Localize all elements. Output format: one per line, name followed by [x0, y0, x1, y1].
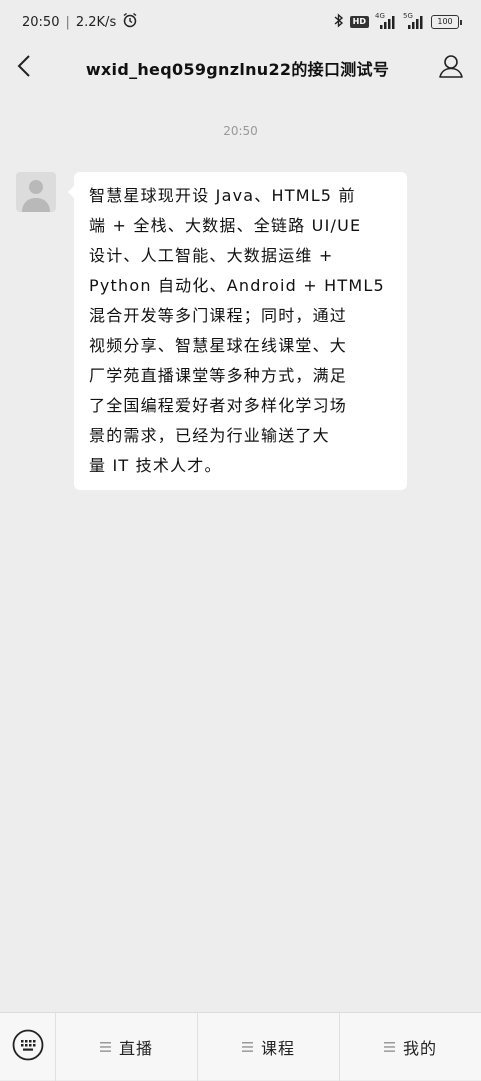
menu-lines-icon: [99, 1041, 111, 1052]
menu-lines-icon: [241, 1041, 253, 1052]
message-line: 混合开发等多门课程；同时，通过: [89, 306, 348, 325]
menu-item-label: 课程: [260, 1038, 295, 1058]
signal-tag-2: 5G: [403, 12, 413, 20]
keyboard-icon: [12, 1029, 44, 1065]
status-right: HD 4G 5G 100: [334, 12, 462, 32]
status-time: 20:50: [22, 14, 60, 30]
chat-area[interactable]: 20:50 智慧星球现开设 Java、HTML5 前 端 + 全栈、大数据、全链…: [0, 92, 481, 1012]
back-button[interactable]: [2, 44, 46, 92]
title-bar: wxid_heq059gnzlnu22的接口测试号: [0, 44, 481, 92]
message-line: 设计、人工智能、大数据运维 +: [89, 246, 334, 265]
menu-item-label: 直播: [118, 1038, 153, 1058]
bottom-menu-bar: 直播 课程 我的: [0, 1012, 481, 1081]
menu-item-label: 我的: [402, 1038, 437, 1058]
keyboard-toggle-button[interactable]: [0, 1012, 56, 1081]
message-line: 视频分享、智慧星球在线课堂、大: [89, 336, 348, 355]
profile-button[interactable]: [429, 44, 473, 92]
signal-icon-2: 5G: [403, 12, 425, 29]
message-line: Python 自动化、Android + HTML5: [89, 276, 385, 295]
alarm-icon: [122, 12, 138, 32]
network-speed: 2.2K/s: [75, 14, 117, 30]
status-divider: |: [65, 14, 70, 30]
user-icon: [438, 53, 464, 83]
status-bar: 20:50 | 2.2K/s HD 4G 5G 100: [0, 0, 481, 44]
chevron-left-icon: [17, 54, 31, 82]
menu-item-courses[interactable]: 课程: [198, 1012, 340, 1081]
hd-badge: HD: [349, 16, 369, 28]
message-line: 量 IT 技术人才。: [89, 456, 222, 475]
message-line: 厂学苑直播课堂等多种方式，满足: [89, 366, 348, 385]
message-line: 了全国编程爱好者对多样化学习场: [89, 396, 348, 415]
menu-lines-icon: [383, 1041, 395, 1052]
signal-tag-1: 4G: [375, 12, 385, 20]
menu-item-mine[interactable]: 我的: [340, 1013, 481, 1081]
message-line: 智慧星球现开设 Java、HTML5 前: [89, 186, 356, 205]
message-bubble[interactable]: 智慧星球现开设 Java、HTML5 前 端 + 全栈、大数据、全链路 UI/U…: [68, 172, 407, 490]
message-line: 端 + 全栈、大数据、全链路 UI/UE: [89, 216, 362, 235]
bluetooth-icon: [334, 12, 344, 32]
status-left: 20:50 | 2.2K/s: [22, 12, 138, 32]
chat-timestamp: 20:50: [223, 124, 258, 138]
battery-icon: 100: [431, 15, 462, 29]
message-line: 景的需求，已经为行业输送了大: [89, 426, 330, 445]
message-row: 智慧星球现开设 Java、HTML5 前 端 + 全栈、大数据、全链路 UI/U…: [16, 172, 407, 490]
signal-icon-1: 4G: [375, 12, 397, 29]
avatar[interactable]: [16, 172, 56, 212]
default-avatar-icon: [22, 180, 50, 212]
menu-item-live[interactable]: 直播: [56, 1012, 198, 1081]
page-title: wxid_heq059gnzlnu22的接口测试号: [85, 60, 390, 79]
